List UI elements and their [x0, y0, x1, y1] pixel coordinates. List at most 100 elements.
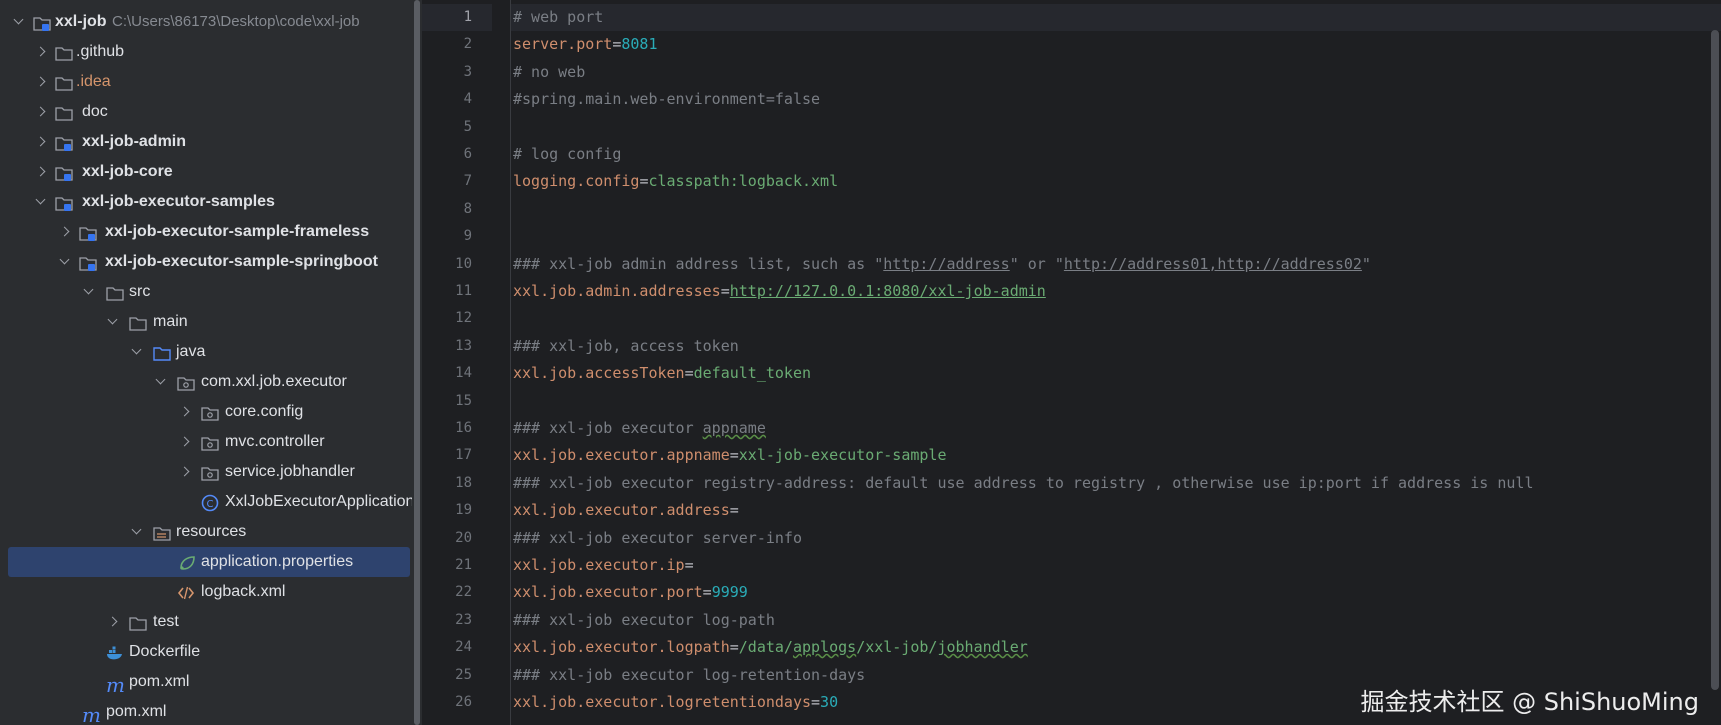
tree-item-sample-springboot[interactable]: xxl-job-executor-sample-springboot [0, 247, 412, 277]
tree-item-label: .github [76, 43, 125, 60]
java-class-icon: C [201, 493, 219, 512]
tree-item-idea[interactable]: .idea [0, 67, 412, 97]
package-icon [201, 433, 219, 451]
tree-item-label: main [153, 313, 188, 330]
resources-folder-icon [153, 523, 171, 541]
code-line-6[interactable]: # log config [513, 141, 621, 168]
tree-item-core-config[interactable]: core.config [0, 397, 412, 427]
tree-root-path: C:\Users\86173\Desktop\code\xxl-job [112, 13, 360, 30]
comment: ### xxl-job admin address list, such as … [513, 254, 884, 273]
tree-item-github[interactable]: .github [0, 37, 412, 67]
chevron-right-icon[interactable] [34, 97, 48, 127]
code-line-7[interactable]: logging.config=classpath:logback.xml [513, 168, 838, 195]
chevron-down-icon[interactable] [12, 7, 26, 37]
source-folder-icon [153, 343, 171, 361]
tree-item-main[interactable]: main [0, 307, 412, 337]
prop-value-typo: applogs [792, 638, 857, 657]
chevron-right-icon[interactable] [34, 67, 48, 97]
code-line-10[interactable]: ### xxl-job admin address list, such as … [513, 251, 1371, 278]
tree-item-pom-samples[interactable]: m pom.xml [0, 697, 412, 725]
tree-item-executor-application[interactable]: C XxlJobExecutorApplication [0, 487, 412, 517]
code-line-11[interactable]: xxl.job.admin.addresses=http://127.0.0.1… [513, 278, 1046, 305]
code-line-18[interactable]: ### xxl-job executor registry-address: d… [513, 470, 1533, 497]
comment: ### xxl-job executor registry-address: d… [513, 473, 1534, 492]
line-number: 3 [463, 63, 472, 80]
comment-link[interactable]: http://address [883, 255, 1009, 273]
comment: # no web [513, 62, 586, 81]
tree-item-java[interactable]: java [0, 337, 412, 367]
chevron-down-icon[interactable] [154, 367, 168, 397]
line-number: 2 [463, 36, 472, 53]
comment-link[interactable]: http://address01,http://address02 [1064, 255, 1362, 273]
code-line-1[interactable]: # web port [513, 4, 603, 31]
chevron-right-icon[interactable] [178, 397, 192, 427]
code-line-14[interactable]: xxl.job.accessToken=default_token [513, 360, 811, 387]
code-line-25[interactable]: ### xxl-job executor log-retention-days [513, 662, 865, 689]
tree-item-doc[interactable]: doc [0, 97, 412, 127]
package-icon [201, 403, 219, 421]
tree-item-label: java [176, 343, 206, 360]
line-number: 15 [455, 392, 472, 409]
tree-item-mvc-controller[interactable]: mvc.controller [0, 427, 412, 457]
line-number: 12 [455, 310, 472, 327]
code-line-23[interactable]: ### xxl-job executor log-path [513, 607, 775, 634]
xml-file-icon [177, 583, 195, 601]
chevron-right-icon[interactable] [34, 127, 48, 157]
line-number: 1 [463, 9, 472, 25]
tree-item-service-jobhandler[interactable]: service.jobhandler [0, 457, 412, 487]
code-line-13[interactable]: ### xxl-job, access token [513, 333, 739, 360]
tree-scrollbar[interactable] [414, 0, 420, 725]
chevron-right-icon[interactable] [34, 37, 48, 67]
editor-scrollbar[interactable] [1711, 30, 1719, 690]
code-line-24[interactable]: xxl.job.executor.logpath=/data/applogs/x… [513, 634, 1028, 661]
tree-item-logback-xml[interactable]: logback.xml [0, 577, 412, 607]
tree-item-xxl-job-admin[interactable]: xxl-job-admin [0, 127, 412, 157]
module-folder-icon [33, 13, 51, 31]
code-line-17[interactable]: xxl.job.executor.appname=xxl-job-executo… [513, 442, 947, 469]
chevron-right-icon[interactable] [58, 217, 72, 247]
code-editor[interactable]: # web port server.port=8081 # no web #sp… [510, 0, 1721, 725]
tree-item-test[interactable]: test [0, 607, 412, 637]
prop-key: xxl.job.executor.port [513, 583, 703, 602]
chevron-down-icon[interactable] [130, 517, 144, 547]
tree-item-dockerfile[interactable]: Dockerfile [0, 637, 412, 667]
tree-item-resources[interactable]: resources [0, 517, 412, 547]
folder-icon [55, 73, 73, 91]
chevron-down-icon[interactable] [58, 247, 72, 277]
tree-item-pom-springboot[interactable]: m pom.xml [0, 667, 412, 697]
tree-item-application-properties[interactable]: application.properties [8, 547, 410, 577]
chevron-right-icon[interactable] [178, 427, 192, 457]
code-line-22[interactable]: xxl.job.executor.port=9999 [513, 579, 748, 606]
prop-value-link[interactable]: http://127.0.0.1:8080/xxl-job-admin [730, 282, 1046, 300]
chevron-down-icon[interactable] [106, 307, 120, 337]
line-number-gutter: 1 2 3 4 5 6 7 8 9 10 11 12 13 14 15 16 17 18 19 20 21 22 23 24 2… [422, 0, 510, 725]
comment: # log config [513, 145, 622, 163]
tree-item-xxl-job-core[interactable]: xxl-job-core [0, 157, 412, 187]
line-number: 21 [455, 557, 472, 573]
chevron-down-icon[interactable] [34, 187, 48, 217]
chevron-down-icon[interactable] [82, 277, 96, 307]
line-number: 24 [455, 639, 472, 656]
tree-root[interactable]: xxl-job C:\Users\86173\Desktop\code\xxl-… [0, 7, 412, 37]
code-line-19[interactable]: xxl.job.executor.address= [513, 497, 739, 524]
tree-item-sample-frameless[interactable]: xxl-job-executor-sample-frameless [0, 217, 412, 247]
chevron-right-icon[interactable] [34, 157, 48, 187]
folder-icon [55, 43, 73, 61]
panel-splitter[interactable] [412, 0, 422, 725]
code-line-3[interactable]: # no web [513, 59, 585, 86]
code-line-26[interactable]: xxl.job.executor.logretentiondays=30 [513, 689, 838, 716]
maven-icon: m [106, 673, 125, 697]
chevron-down-icon[interactable] [130, 337, 144, 367]
tree-item-src[interactable]: src [0, 277, 412, 307]
code-line-16[interactable]: ### xxl-job executor appname [513, 415, 766, 442]
chevron-right-icon[interactable] [106, 607, 120, 637]
code-line-20[interactable]: ### xxl-job executor server-info [513, 525, 802, 552]
chevron-right-icon[interactable] [178, 457, 192, 487]
code-line-4[interactable]: #spring.main.web-environment=false [513, 86, 820, 113]
tree-item-executor-samples[interactable]: xxl-job-executor-samples [0, 187, 412, 217]
folder-icon [106, 283, 124, 301]
tree-item-package-executor[interactable]: com.xxl.job.executor [0, 367, 412, 397]
code-line-21[interactable]: xxl.job.executor.ip= [513, 552, 694, 579]
prop-value: classpath:logback.xml [648, 172, 839, 191]
code-line-2[interactable]: server.port=8081 [513, 31, 658, 58]
